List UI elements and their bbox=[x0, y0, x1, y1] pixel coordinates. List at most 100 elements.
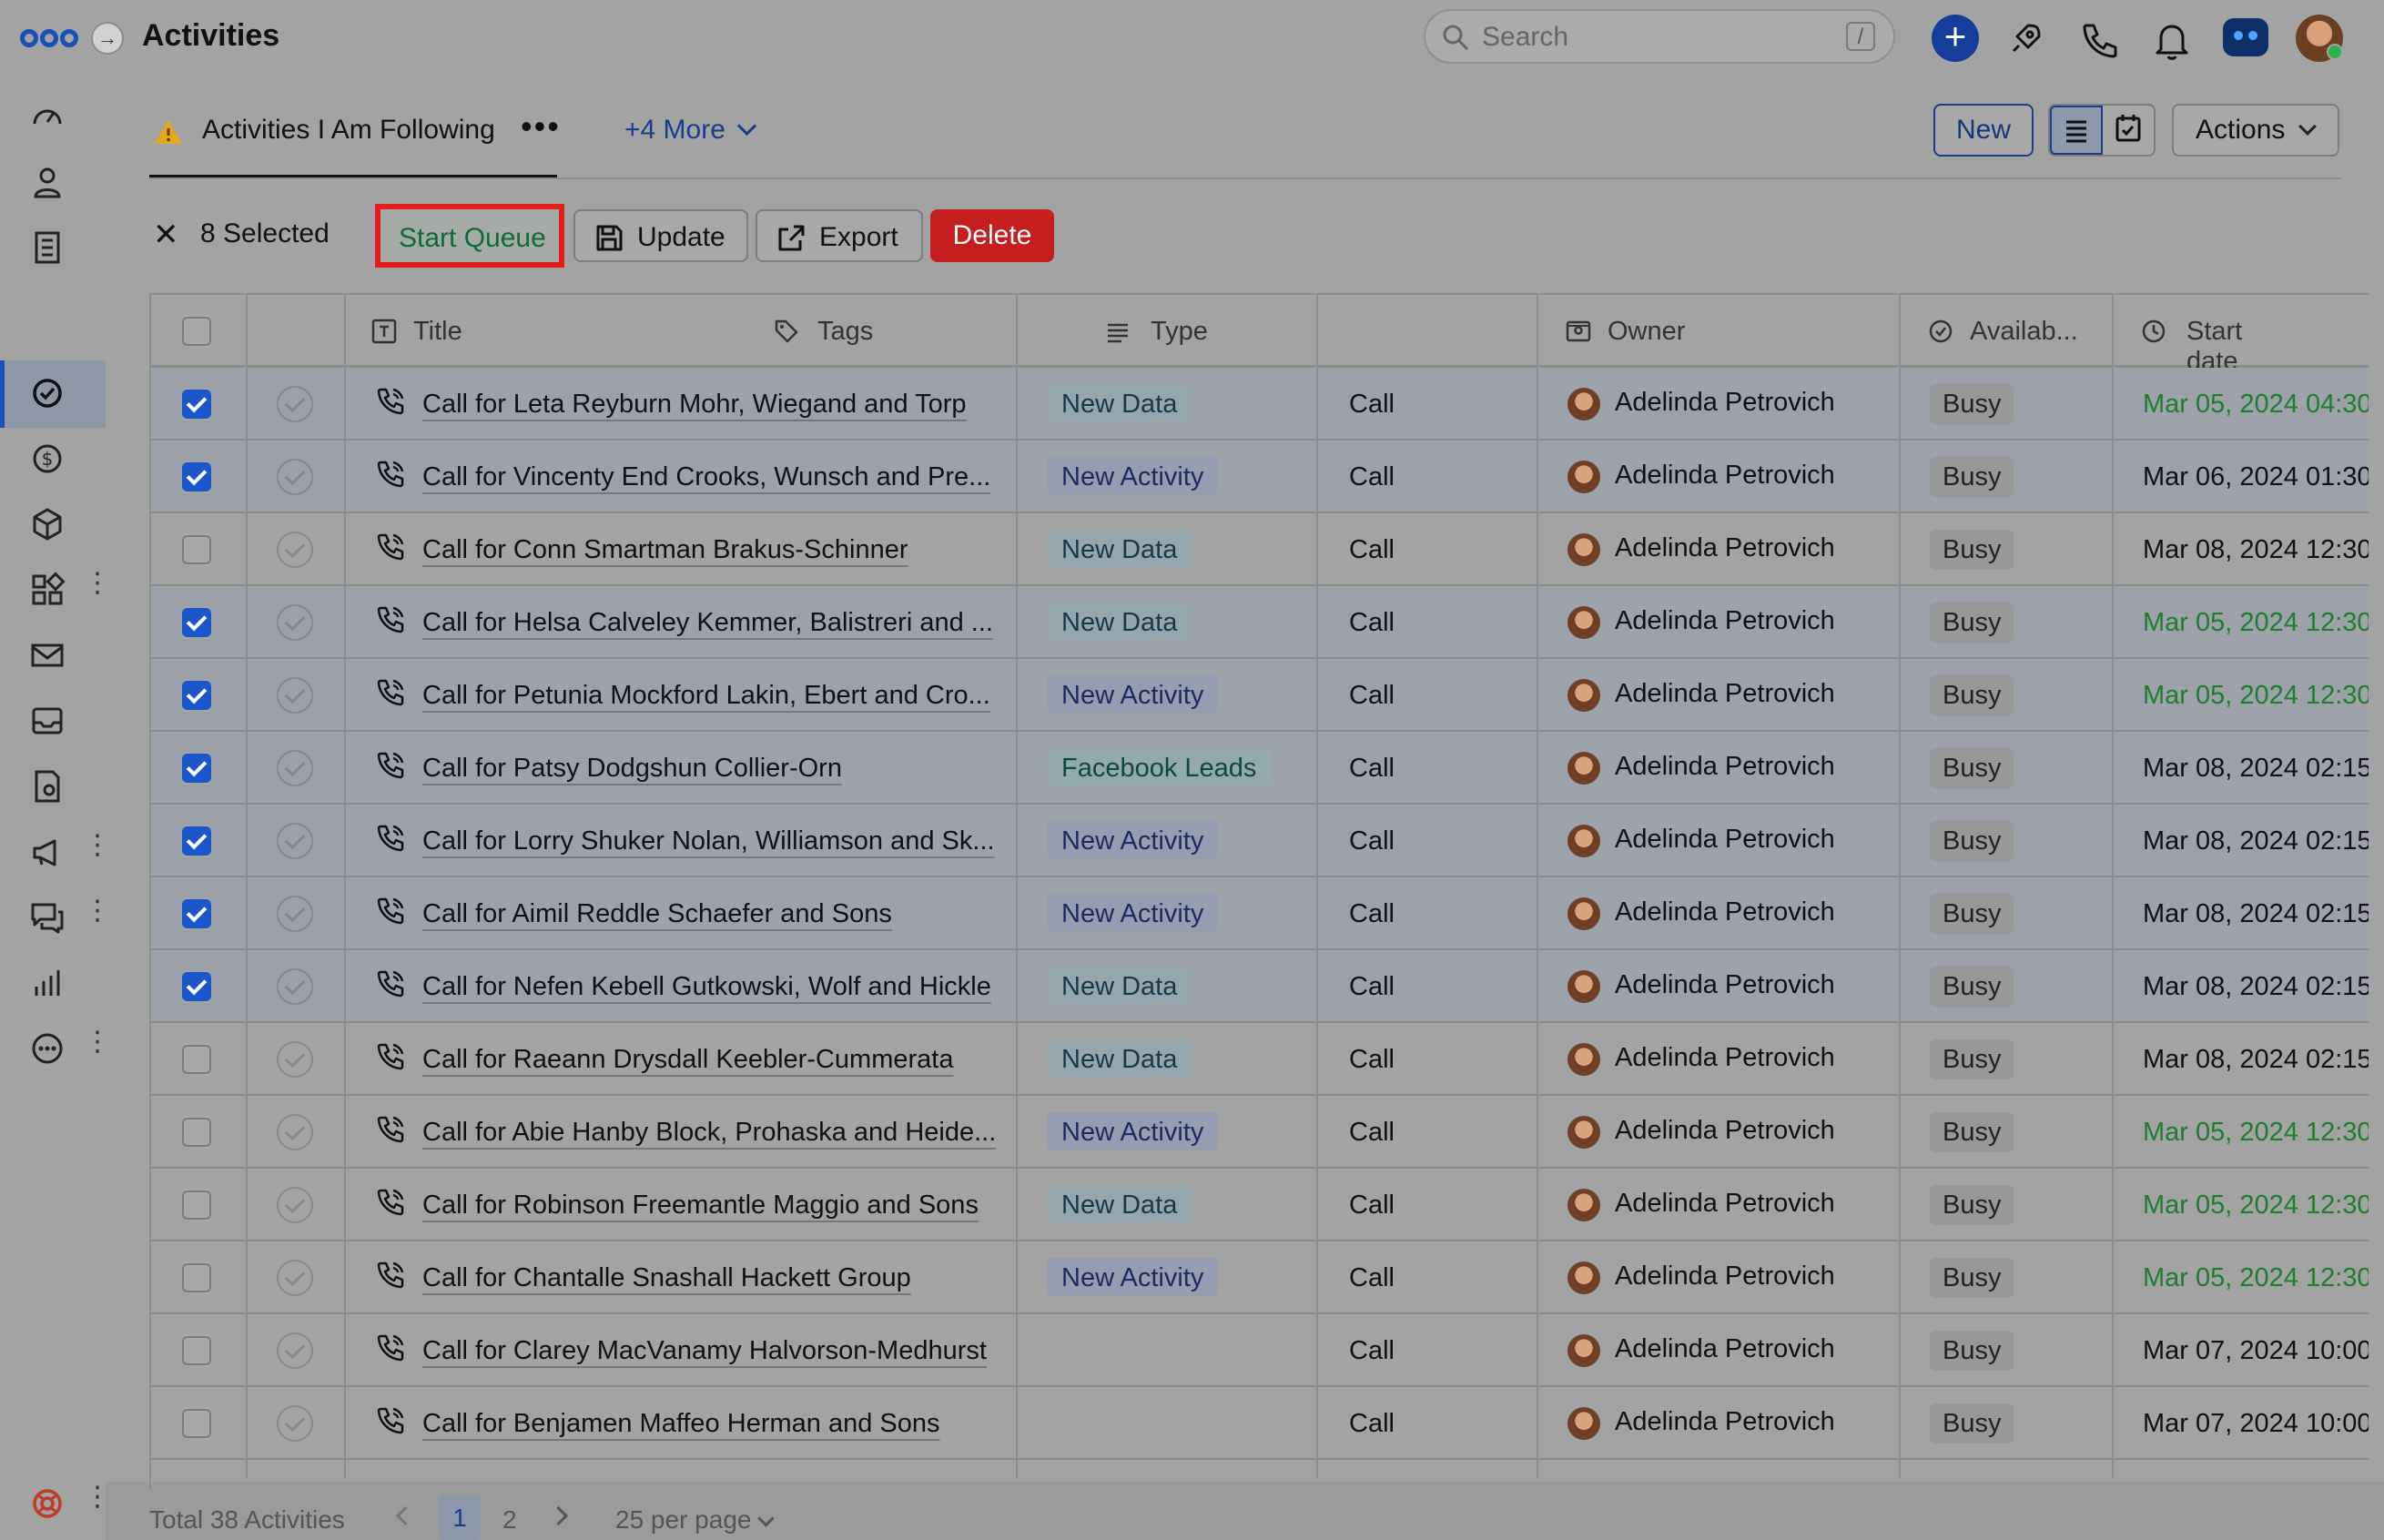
view-options-icon[interactable]: ••• bbox=[521, 107, 561, 146]
activity-title-link[interactable]: Call for Nefen Kebell Gutkowski, Wolf an… bbox=[422, 972, 991, 1002]
table-row[interactable]: Call for Leta Reyburn Mohr, Wiegand and … bbox=[151, 368, 2369, 441]
mark-done-icon[interactable] bbox=[277, 823, 313, 859]
activity-title-link[interactable]: Call for Petunia Mockford Lakin, Ebert a… bbox=[422, 681, 990, 711]
inbox-icon[interactable] bbox=[27, 701, 67, 741]
mark-done-icon[interactable] bbox=[277, 1187, 313, 1223]
activity-title-link[interactable]: Call for Lorry Shuker Nolan, Williamson … bbox=[422, 826, 995, 856]
activities-icon[interactable] bbox=[27, 373, 67, 413]
activity-title-link[interactable]: Call for Patsy Dodgshun Collier-Orn bbox=[422, 754, 842, 784]
deals-icon[interactable]: $ bbox=[27, 439, 67, 479]
collapse-sidebar-button[interactable]: → bbox=[91, 22, 124, 55]
new-button[interactable]: New bbox=[1933, 104, 2034, 157]
row-checkbox[interactable] bbox=[182, 1263, 211, 1292]
calendar-view-button[interactable] bbox=[2103, 106, 2154, 155]
mark-done-icon[interactable] bbox=[277, 750, 313, 786]
more-menu-icon[interactable]: ⋮ bbox=[84, 1028, 111, 1056]
mark-done-icon[interactable] bbox=[277, 386, 313, 422]
actions-dropdown[interactable]: Actions bbox=[2172, 104, 2339, 157]
update-button[interactable]: Update bbox=[573, 209, 748, 262]
table-row[interactable]: Call for Helsa Calveley Kemmer, Balistre… bbox=[151, 586, 2369, 659]
conversations-icon[interactable] bbox=[27, 897, 67, 937]
row-checkbox[interactable] bbox=[182, 1190, 211, 1220]
per-page-dropdown[interactable]: 25 per page bbox=[615, 1505, 776, 1535]
view-tab-title[interactable]: Activities I Am Following bbox=[202, 115, 495, 146]
mark-done-icon[interactable] bbox=[277, 1114, 313, 1150]
list-view-button[interactable] bbox=[2050, 106, 2103, 155]
page-2-button[interactable]: 2 bbox=[502, 1505, 517, 1535]
row-checkbox[interactable] bbox=[182, 390, 211, 419]
reports-icon[interactable] bbox=[27, 963, 67, 1003]
table-row[interactable]: Call for Patsy Dodgshun Collier-Orn Faceb… bbox=[151, 732, 2369, 805]
activity-title-link[interactable]: Call for Helsa Calveley Kemmer, Balistre… bbox=[422, 608, 993, 638]
plus-icon[interactable]: + bbox=[1932, 15, 1979, 62]
row-checkbox[interactable] bbox=[182, 535, 211, 564]
table-row[interactable]: Call for Abie Hanby Block, Prohaska and … bbox=[151, 1096, 2369, 1169]
row-checkbox[interactable] bbox=[182, 608, 211, 637]
row-checkbox[interactable] bbox=[182, 899, 211, 928]
activity-title-link[interactable]: Call for Robinson Freemantle Maggio and … bbox=[422, 1190, 979, 1221]
campaigns-icon[interactable] bbox=[27, 832, 67, 872]
row-checkbox[interactable] bbox=[182, 681, 211, 710]
user-avatar[interactable] bbox=[2296, 15, 2343, 62]
activity-title-link[interactable]: Call for Abie Hanby Block, Prohaska and … bbox=[422, 1118, 996, 1148]
mark-done-icon[interactable] bbox=[277, 1041, 313, 1078]
help-icon[interactable] bbox=[27, 1484, 67, 1524]
clear-selection-icon[interactable]: ✕ bbox=[153, 217, 179, 253]
mark-done-icon[interactable] bbox=[277, 677, 313, 714]
table-row[interactable]: Call for Petunia Mockford Lakin, Ebert a… bbox=[151, 659, 2369, 732]
more-views-dropdown[interactable]: +4 More bbox=[624, 115, 756, 146]
activity-title-link[interactable]: Call for Benjamen Maffeo Herman and Sons bbox=[422, 1409, 940, 1439]
mark-done-icon[interactable] bbox=[277, 1260, 313, 1296]
row-checkbox[interactable] bbox=[182, 972, 211, 1001]
activity-title-link[interactable]: Call for Leta Reyburn Mohr, Wiegand and … bbox=[422, 390, 967, 420]
phone-icon[interactable] bbox=[2075, 16, 2123, 64]
row-checkbox[interactable] bbox=[182, 1336, 211, 1365]
table-row[interactable]: Call for Benjamen Maffeo Herman and Sons… bbox=[151, 1387, 2369, 1460]
table-row[interactable]: Call for Chantalle Snashall Hackett Grou… bbox=[151, 1241, 2369, 1314]
row-checkbox[interactable] bbox=[182, 1118, 211, 1147]
page-1-button[interactable]: 1 bbox=[439, 1496, 481, 1540]
activity-title-link[interactable]: Call for Clarey MacVanamy Halvorson-Medh… bbox=[422, 1336, 987, 1366]
delete-button[interactable]: Delete bbox=[930, 209, 1054, 262]
select-all-checkbox[interactable] bbox=[182, 317, 211, 346]
mark-done-icon[interactable] bbox=[277, 1405, 313, 1442]
more-icon[interactable] bbox=[27, 1028, 67, 1069]
bell-icon[interactable] bbox=[2148, 16, 2196, 64]
export-button[interactable]: Export bbox=[756, 209, 923, 262]
row-checkbox[interactable] bbox=[182, 462, 211, 491]
table-row[interactable]: Call for Aimil Reddle Schaefer and Sons N… bbox=[151, 877, 2369, 950]
activity-title-link[interactable]: Call for Vincenty End Crooks, Wunsch and… bbox=[422, 462, 990, 492]
activity-title-link[interactable]: Call for Aimil Reddle Schaefer and Sons bbox=[422, 899, 892, 929]
help-more-icon[interactable]: ⋮ bbox=[84, 1484, 111, 1511]
table-row[interactable]: Call for Nefen Kebell Gutkowski, Wolf an… bbox=[151, 950, 2369, 1023]
activity-title-link[interactable]: Call for Chantalle Snashall Hackett Grou… bbox=[422, 1263, 911, 1293]
apps-icon[interactable] bbox=[27, 570, 67, 610]
products-icon[interactable] bbox=[27, 504, 67, 544]
row-checkbox[interactable] bbox=[182, 754, 211, 783]
table-row[interactable]: Call for Vincenty End Crooks, Wunsch and… bbox=[151, 441, 2369, 513]
table-row[interactable]: Call for Robinson Freemantle Maggio and … bbox=[151, 1169, 2369, 1241]
mark-done-icon[interactable] bbox=[277, 604, 313, 641]
mark-done-icon[interactable] bbox=[277, 532, 313, 568]
contacts-icon[interactable] bbox=[27, 162, 67, 202]
row-checkbox[interactable] bbox=[182, 826, 211, 856]
activity-title-link[interactable]: Call for Raeann Drysdall Keebler-Cummera… bbox=[422, 1045, 953, 1075]
conversations-more-icon[interactable]: ⋮ bbox=[84, 897, 111, 925]
apps-more-icon[interactable]: ⋮ bbox=[84, 570, 111, 597]
search-input[interactable]: Search / bbox=[1424, 9, 1895, 64]
mark-done-icon[interactable] bbox=[277, 459, 313, 495]
rocket-icon[interactable] bbox=[2001, 16, 2048, 64]
table-row[interactable]: Call for Raeann Drysdall Keebler-Cummera… bbox=[151, 1023, 2369, 1096]
mark-done-icon[interactable] bbox=[277, 1332, 313, 1369]
row-checkbox[interactable] bbox=[182, 1045, 211, 1074]
table-row[interactable]: Call for Lorry Shuker Nolan, Williamson … bbox=[151, 805, 2369, 877]
assistant-icon[interactable] bbox=[2223, 18, 2268, 56]
row-checkbox[interactable] bbox=[182, 1409, 211, 1438]
mark-done-icon[interactable] bbox=[277, 896, 313, 932]
documents-icon[interactable] bbox=[27, 766, 67, 806]
dashboard-icon[interactable] bbox=[27, 96, 67, 137]
start-queue-button[interactable]: Start Queue bbox=[375, 204, 564, 268]
table-row[interactable]: Call for Conn Smartman Brakus-Schinner Ne… bbox=[151, 513, 2369, 586]
activity-title-link[interactable]: Call for Conn Smartman Brakus-Schinner bbox=[422, 535, 908, 565]
email-icon[interactable] bbox=[27, 635, 67, 675]
